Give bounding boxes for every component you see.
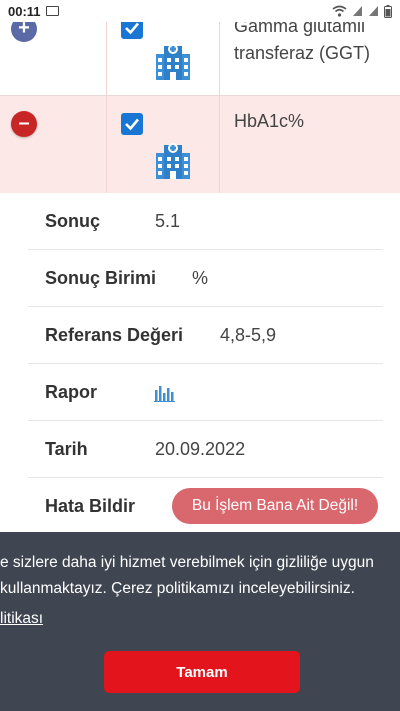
table-row[interactable]: – HbA1c% [0,96,400,193]
result-label: Sonuç [45,211,101,231]
date-value: 20.09.2022 [155,439,246,459]
hospital-icon [156,143,190,179]
battery-icon [384,4,392,18]
bar-chart-icon[interactable] [154,384,176,402]
cookie-policy-link[interactable]: litikası [0,610,43,628]
test-name: HbA1c% [234,111,305,131]
detail-row-reference: Referans Değeri 4,8-5,9 [28,307,383,364]
row-checkbox[interactable] [121,113,143,135]
date-label: Tarih [45,439,88,459]
cookie-text-line1: e sizlere daha iyi hizmet verebilmek içi… [0,554,374,571]
signal-icon [369,6,378,16]
reference-value: 4,8-5,9 [220,325,277,345]
detail-row-unit: Sonuç Birimi % [28,250,383,307]
unit-value: % [192,268,209,288]
cookie-banner: e sizlere daha iyi hizmet verebilmek içi… [0,532,400,711]
reference-label: Referans Değeri [45,325,184,345]
cookie-text-line2: kullanmaktayız. Çerez politikamızı incel… [0,580,355,597]
status-icons [332,4,392,18]
image-icon [46,6,59,16]
report-label: Rapor [45,382,98,402]
signal-icon [353,6,362,16]
accept-cookies-button[interactable]: Tamam [104,651,300,693]
error-label: Hata Bildir [45,496,136,516]
collapse-row-button[interactable]: – [11,111,37,137]
status-bar: 00:11 [0,0,400,22]
unit-label: Sonuç Birimi [45,268,157,288]
wifi-icon [332,5,347,17]
result-value: 5.1 [155,211,181,231]
detail-row-date: Tarih 20.09.2022 [28,421,383,478]
status-time: 00:11 [8,4,41,19]
detail-row-report: Rapor [28,364,383,421]
hospital-icon [156,44,190,80]
detail-row-error: Hata Bildir Bu İşlem Bana Ait Değil! [28,478,383,535]
report-error-button[interactable]: Bu İşlem Bana Ait Değil! [172,488,378,524]
detail-row-result: Sonuç 5.1 [28,193,383,250]
check-icon [125,118,139,131]
